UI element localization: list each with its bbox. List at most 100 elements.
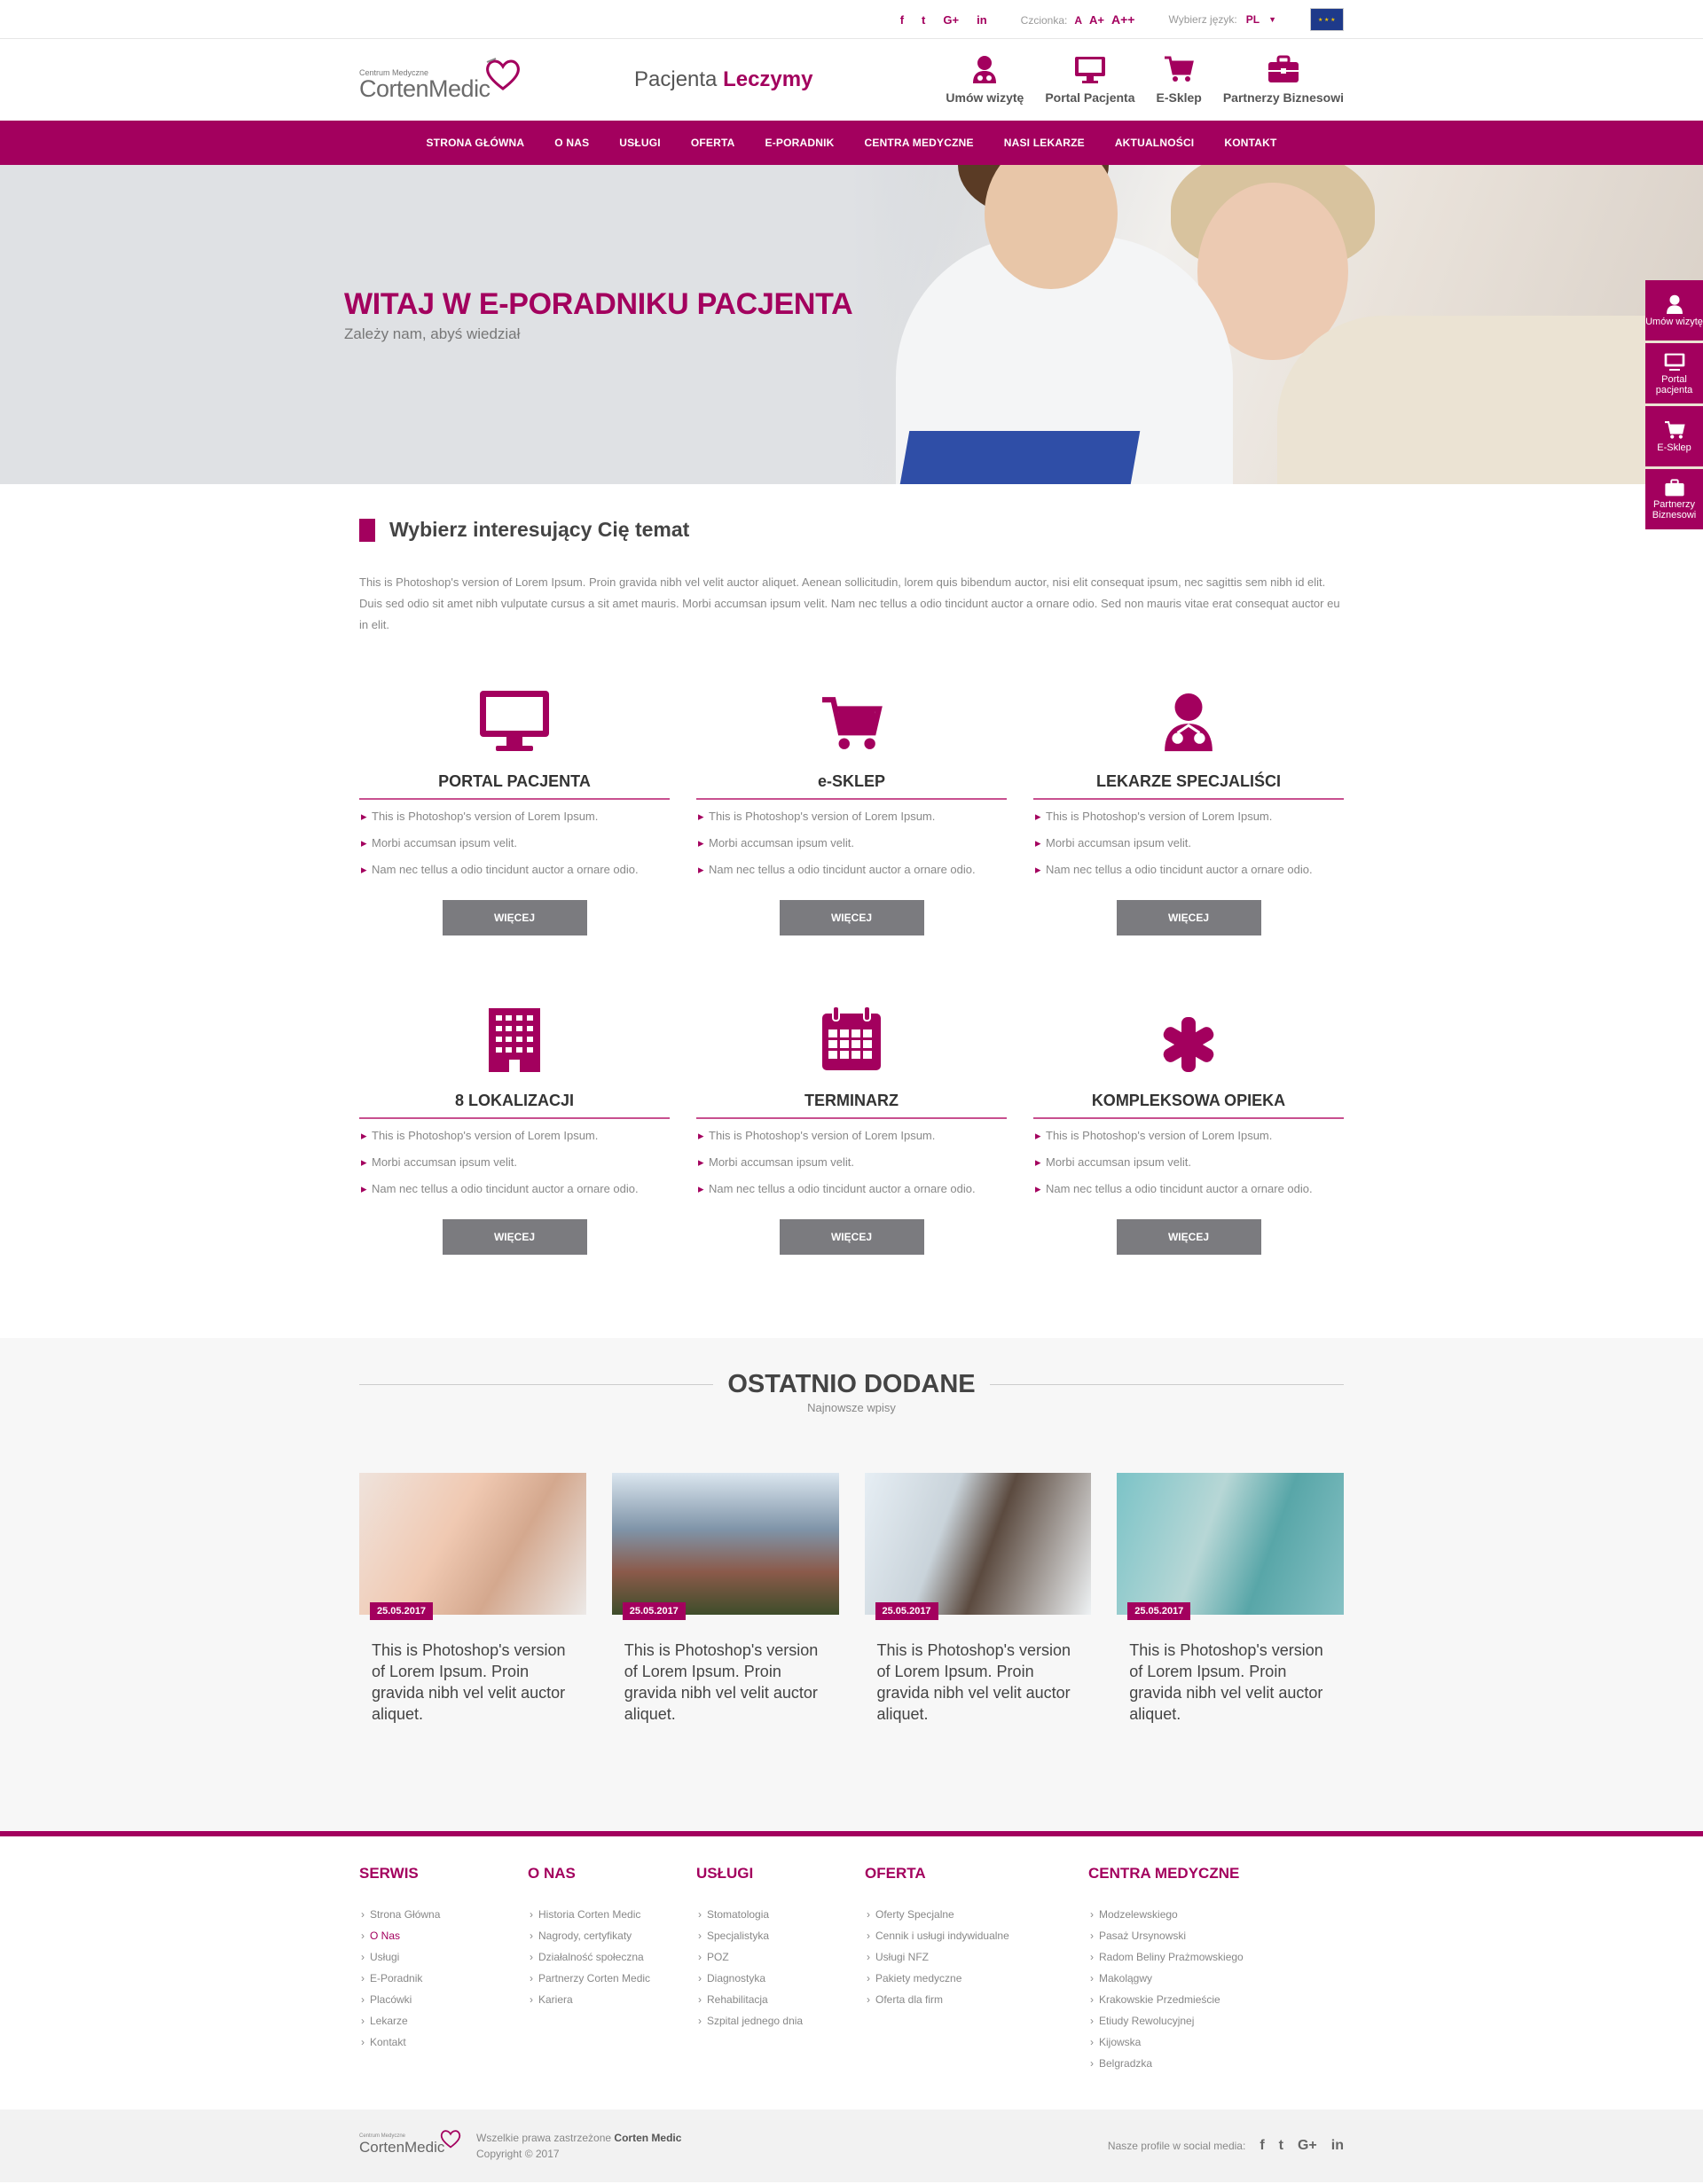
cart-icon bbox=[1165, 56, 1195, 82]
nav-medical-centers[interactable]: CENTRA MEDYCZNE bbox=[850, 137, 989, 149]
hero-image-part bbox=[899, 431, 1141, 484]
side-tab-book-visit[interactable]: Umów wizytę bbox=[1645, 280, 1703, 341]
nav-home[interactable]: STRONA GŁÓWNA bbox=[411, 137, 539, 149]
footer-logo[interactable]: Centrum Medyczne CortenMedic bbox=[359, 2128, 473, 2164]
header: Centrum Medyczne CortenMedic Pacjenta Le… bbox=[0, 39, 1703, 121]
post-image[interactable]: 25.05.2017 bbox=[359, 1473, 586, 1620]
footer-link[interactable]: Makolągwy bbox=[1088, 1968, 1337, 1989]
footer-link[interactable]: Kontakt bbox=[359, 2031, 528, 2053]
footer-link[interactable]: Pasaż Ursynowski bbox=[1088, 1925, 1337, 1946]
site-logo[interactable]: Centrum Medyczne CortenMedic bbox=[359, 53, 634, 106]
post-card[interactable]: 25.05.2017 This is Photoshop's version o… bbox=[864, 1473, 1092, 1725]
footer-link[interactable]: Strona Główna bbox=[359, 1904, 528, 1925]
footer-link[interactable]: Partnerzy Corten Medic bbox=[528, 1968, 696, 1989]
footer-link[interactable]: Oferta dla firm bbox=[865, 1989, 1088, 2010]
font-size-xlarge[interactable]: A++ bbox=[1111, 12, 1134, 27]
footer-link[interactable]: Cennik i usługi indywidualne bbox=[865, 1925, 1088, 1946]
footer-link[interactable]: Belgradzka bbox=[1088, 2053, 1337, 2074]
footer-link[interactable]: Szpital jednego dnia bbox=[696, 2010, 865, 2031]
more-button[interactable]: WIĘCEJ bbox=[779, 900, 924, 935]
post-image[interactable]: 25.05.2017 bbox=[611, 1473, 839, 1620]
footer-link[interactable]: Diagnostyka bbox=[696, 1968, 865, 1989]
footer-link[interactable]: Działalność społeczna bbox=[528, 1946, 696, 1968]
topic-card-item: Morbi accumsan ipsum velit. bbox=[698, 835, 1007, 850]
post-title[interactable]: This is Photoshop's version of Lorem Ips… bbox=[865, 1615, 1092, 1725]
more-button[interactable]: WIĘCEJ bbox=[442, 900, 587, 935]
footer: SERWIS Strona Główna O Nas Usługi E-Pora… bbox=[0, 1831, 1703, 2110]
asterisk-icon bbox=[1163, 1017, 1214, 1072]
hero-title: WITAJ W E-PORADNIKU PACJENTA bbox=[344, 287, 853, 321]
footer-link[interactable]: Specjalistyka bbox=[696, 1925, 865, 1946]
recent-heading: OSTATNIO DODANE bbox=[359, 1370, 1345, 1399]
top-social-links: f t G+ in bbox=[900, 13, 987, 27]
footer-link[interactable]: Usługi NFZ bbox=[865, 1946, 1088, 1968]
footer-link[interactable]: Placówki bbox=[359, 1989, 528, 2010]
post-title[interactable]: This is Photoshop's version of Lorem Ips… bbox=[612, 1615, 839, 1725]
e-shop-link[interactable]: E-Sklep bbox=[1156, 55, 1202, 105]
post-card[interactable]: 25.05.2017 This is Photoshop's version o… bbox=[1117, 1473, 1344, 1725]
business-partners-link[interactable]: Partnerzy Biznesowi bbox=[1223, 55, 1344, 105]
nav-about[interactable]: O NAS bbox=[539, 137, 604, 149]
footer-link[interactable]: E-Poradnik bbox=[359, 1968, 528, 1989]
more-button[interactable]: WIĘCEJ bbox=[1116, 900, 1261, 935]
footer-link[interactable]: Usługi bbox=[359, 1946, 528, 1968]
footer-link[interactable]: Historia Corten Medic bbox=[528, 1904, 696, 1925]
nav-contact[interactable]: KONTAKT bbox=[1209, 137, 1291, 149]
nav-services[interactable]: USŁUGI bbox=[604, 137, 676, 149]
post-date-badge: 25.05.2017 bbox=[1127, 1602, 1191, 1620]
footer-link[interactable]: Modzelewskiego bbox=[1088, 1904, 1337, 1925]
footer-link[interactable]: Kijowska bbox=[1088, 2031, 1337, 2053]
google-plus-icon[interactable]: G+ bbox=[1298, 2138, 1317, 2154]
footer-link[interactable]: POZ bbox=[696, 1946, 865, 1968]
chevron-down-icon[interactable]: ▼ bbox=[1268, 15, 1276, 24]
nav-news[interactable]: AKTUALNOŚCI bbox=[1100, 137, 1210, 149]
topic-card-title: LEKARZE SPECJALIŚCI bbox=[1033, 772, 1344, 800]
post-image[interactable]: 25.05.2017 bbox=[1117, 1473, 1344, 1620]
footer-link[interactable]: Krakowskie Przedmieście bbox=[1088, 1989, 1337, 2010]
recent-subtitle: Najnowsze wpisy bbox=[807, 1401, 896, 1414]
twitter-icon[interactable]: t bbox=[1279, 2138, 1283, 2154]
post-card[interactable]: 25.05.2017 This is Photoshop's version o… bbox=[611, 1473, 839, 1725]
google-plus-icon[interactable]: G+ bbox=[943, 13, 959, 27]
book-visit-link[interactable]: Umów wizytę bbox=[946, 55, 1024, 105]
post-image[interactable]: 25.05.2017 bbox=[864, 1473, 1092, 1620]
nav-doctors[interactable]: NASI LEKARZE bbox=[989, 137, 1100, 149]
post-title[interactable]: This is Photoshop's version of Lorem Ips… bbox=[359, 1615, 586, 1725]
topic-card-item: Morbi accumsan ipsum velit. bbox=[698, 1155, 1007, 1170]
heart-logo-icon bbox=[486, 58, 520, 90]
topic-card-item: Nam nec tellus a odio tincidunt auctor a… bbox=[1035, 862, 1344, 877]
post-card[interactable]: 25.05.2017 This is Photoshop's version o… bbox=[359, 1473, 586, 1725]
linkedin-icon[interactable]: in bbox=[977, 13, 987, 27]
footer-link[interactable]: Etiudy Rewolucyjnej bbox=[1088, 2010, 1337, 2031]
side-tab-business-partners[interactable]: Partnerzy Biznesowi bbox=[1645, 469, 1703, 529]
topic-card: PORTAL PACJENTA This is Photoshop's vers… bbox=[359, 668, 670, 987]
facebook-icon[interactable]: f bbox=[900, 13, 904, 27]
more-button[interactable]: WIĘCEJ bbox=[442, 1219, 587, 1255]
footer-link[interactable]: Radom Beliny Prażmowskiego bbox=[1088, 1946, 1337, 1968]
side-tab-e-shop[interactable]: E-Sklep bbox=[1645, 406, 1703, 466]
footer-link[interactable]: Stomatologia bbox=[696, 1904, 865, 1925]
twitter-icon[interactable]: t bbox=[922, 13, 925, 27]
font-size-normal[interactable]: A bbox=[1074, 14, 1082, 27]
nav-e-guide[interactable]: E-PORADNIK bbox=[749, 137, 849, 149]
topic-card: KOMPLEKSOWA OPIEKA This is Photoshop's v… bbox=[1033, 987, 1344, 1306]
more-button[interactable]: WIĘCEJ bbox=[1116, 1219, 1261, 1255]
nav-offer[interactable]: OFERTA bbox=[676, 137, 750, 149]
footer-link[interactable]: Rehabilitacja bbox=[696, 1989, 865, 2010]
patient-portal-link[interactable]: Portal Pacjenta bbox=[1045, 55, 1134, 105]
cart-icon bbox=[822, 697, 883, 749]
footer-link[interactable]: Oferty Specjalne bbox=[865, 1904, 1088, 1925]
footer-link[interactable]: Nagrody, certyfikaty bbox=[528, 1925, 696, 1946]
post-title[interactable]: This is Photoshop's version of Lorem Ips… bbox=[1117, 1615, 1344, 1725]
language-select[interactable]: PL bbox=[1246, 13, 1260, 26]
font-size-large[interactable]: A+ bbox=[1089, 13, 1104, 27]
linkedin-icon[interactable]: in bbox=[1331, 2138, 1344, 2154]
side-tab-patient-portal[interactable]: Portal pacjenta bbox=[1645, 343, 1703, 403]
footer-link-active[interactable]: O Nas bbox=[359, 1925, 528, 1946]
more-button[interactable]: WIĘCEJ bbox=[779, 1219, 924, 1255]
facebook-icon[interactable]: f bbox=[1260, 2138, 1264, 2154]
footer-link[interactable]: Lekarze bbox=[359, 2010, 528, 2031]
recent-title: OSTATNIO DODANE bbox=[727, 1370, 976, 1398]
footer-link[interactable]: Pakiety medyczne bbox=[865, 1968, 1088, 1989]
footer-link[interactable]: Kariera bbox=[528, 1989, 696, 2010]
